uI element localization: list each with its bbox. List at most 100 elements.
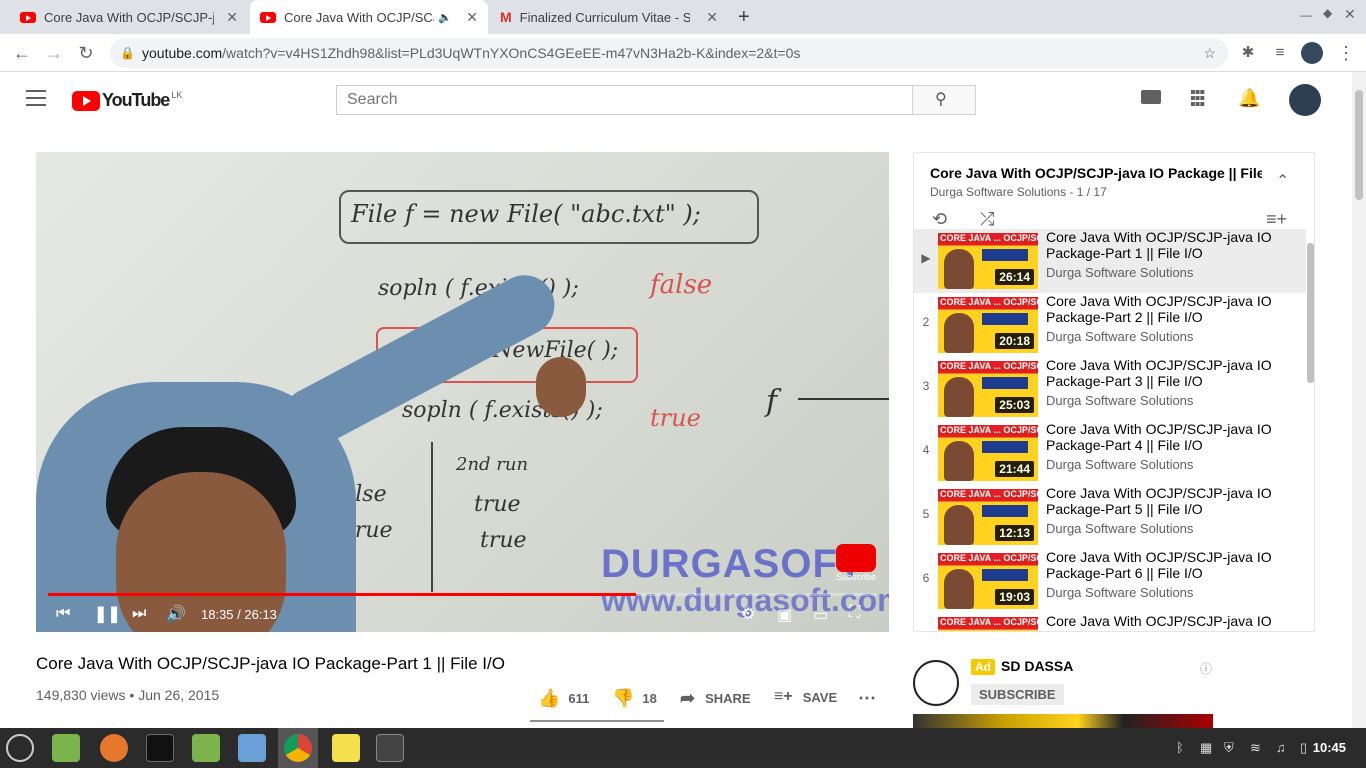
apps-grid-icon[interactable]: ▪▪▪ ▪▪▪ ▪▪▪	[1190, 85, 1205, 113]
system-clock[interactable]: 10:45	[1313, 740, 1346, 755]
playlist-item[interactable]: CORE JAVA ... OCJP/SCJP Core Java With O…	[914, 613, 1306, 631]
menu-kebab-icon[interactable]: ⋮	[1334, 41, 1358, 65]
wifi-icon[interactable]: ≋	[1250, 740, 1261, 756]
playlist-channel[interactable]: Durga Software Solutions	[930, 185, 1066, 199]
youtube-logo[interactable]: YouTube LK	[72, 90, 182, 111]
ad-banner-strip[interactable]	[913, 714, 1213, 728]
playlist-item[interactable]: 4 CORE JAVA ... OCJP/SCJP 21:44 Core Jav…	[914, 421, 1306, 485]
playlist-index: 5	[922, 507, 930, 521]
back-button[interactable]: ←	[10, 41, 34, 65]
create-video-icon[interactable]	[1141, 90, 1161, 104]
subscribe-watermark-icon[interactable]	[836, 544, 876, 572]
page-scrollbar-thumb[interactable]	[1355, 90, 1363, 200]
progress-bar[interactable]	[48, 593, 877, 596]
settings-gear-icon[interactable]: ⚙	[741, 604, 755, 624]
more-actions-icon[interactable]: ⋯	[858, 688, 876, 709]
chrome-taskbar-item[interactable]	[278, 728, 318, 768]
new-tab-button[interactable]: +	[738, 6, 750, 29]
window-close-icon[interactable]: ✕	[1344, 6, 1356, 23]
subscribe-watermark-label: Subscribe	[836, 572, 877, 582]
playlist-item[interactable]: 6 CORE JAVA ... OCJP/SCJP 19:03 Core Jav…	[914, 549, 1306, 613]
duration-badge: 19:03	[995, 589, 1034, 605]
user-avatar[interactable]	[1289, 84, 1321, 116]
maximize-icon[interactable]: ◆	[1323, 6, 1332, 20]
terminal-icon[interactable]	[146, 734, 174, 762]
thumb-face	[944, 441, 974, 481]
close-icon[interactable]: ✕	[466, 9, 478, 26]
collapse-chevron-icon[interactable]: ⌃	[1276, 171, 1289, 191]
profile-avatar[interactable]	[1301, 42, 1323, 64]
hamburger-menu-icon[interactable]	[26, 90, 46, 106]
speaker-icon[interactable]: 🔈	[438, 11, 452, 24]
files-icon[interactable]	[192, 734, 220, 762]
fullscreen-icon[interactable]: ⛶	[849, 604, 860, 622]
address-bar[interactable]: 🔒 youtube.com/watch?v=v4HS1Zhdh98&list=P…	[110, 38, 1228, 68]
share-button[interactable]: ➦ SHARE	[680, 688, 751, 709]
battery-icon[interactable]: ▯	[1300, 740, 1307, 756]
ad-subscribe-button[interactable]: SUBSCRIBE	[971, 684, 1064, 705]
next-icon[interactable]: ⏭	[132, 605, 146, 623]
tab-title: Core Java With OCJP/SCJP-ja	[44, 9, 214, 25]
playlist-video-title: Core Java With OCJP/SCJP-java IO	[1046, 613, 1272, 629]
search-input[interactable]: Search	[336, 85, 912, 115]
mint-menu-icon[interactable]	[6, 734, 34, 762]
music-note-icon[interactable]: ♫	[1276, 740, 1286, 755]
thumb-face	[944, 505, 974, 545]
playlist-panel: Core Java With OCJP/SCJP-java IO Package…	[913, 152, 1315, 632]
video-player[interactable]: File f = new File( "abc.txt" ); sopln ( …	[36, 152, 889, 632]
miniplayer-icon[interactable]: ▣	[777, 605, 792, 625]
shuffle-icon[interactable]: ⤮	[980, 209, 994, 230]
media-queue-icon[interactable]: ≡	[1268, 41, 1292, 65]
update-manager-icon[interactable]: ▦	[1200, 740, 1212, 756]
show-desktop-icon[interactable]	[52, 734, 80, 762]
previous-icon[interactable]: ⏮	[56, 605, 70, 623]
tab-title: Core Java With OCJP/SCJ	[284, 9, 434, 25]
playlist-scrollbar[interactable]	[1307, 243, 1314, 383]
player-controls: ⏮ ❚❚ ⏭ 🔊 18:35 / 26:13 ⚙ ▣ ▭ ⛶	[36, 599, 889, 632]
search-button[interactable]: ⚲	[912, 85, 976, 115]
forward-button[interactable]: →	[42, 41, 66, 65]
playlist-item[interactable]: 5 CORE JAVA ... OCJP/SCJP 12:13 Core Jav…	[914, 485, 1306, 549]
info-icon[interactable]: ⓘ	[1200, 660, 1212, 677]
volume-icon[interactable]: 🔊	[166, 604, 186, 624]
playlist-index: 4	[922, 443, 930, 457]
thumb-text: CORE JAVA ... OCJP/SCJP	[940, 617, 1038, 627]
bookmark-star-icon[interactable]: ☆	[1203, 38, 1216, 68]
close-icon[interactable]: ✕	[706, 9, 718, 26]
bluetooth-icon[interactable]: ᛒ	[1176, 740, 1184, 755]
browser-tab-1[interactable]: Core Java With OCJP/SCJP-ja ✕	[10, 0, 248, 34]
calculator-icon[interactable]	[376, 734, 404, 762]
like-button[interactable]: 👍 611	[538, 688, 589, 709]
browser-tab-3[interactable]: M Finalized Curriculum Vitae - Sh ✕	[490, 0, 728, 34]
video-thumbnail: CORE JAVA ... OCJP/SCJP	[938, 617, 1038, 631]
firefox-icon[interactable]	[100, 734, 128, 762]
playlist-item[interactable]: 2 CORE JAVA ... OCJP/SCJP 20:18 Core Jav…	[914, 293, 1306, 357]
progress-fill	[48, 593, 636, 596]
theater-mode-icon[interactable]: ▭	[813, 605, 828, 625]
duration-badge: 25:03	[995, 397, 1034, 413]
playlist-item[interactable]: 3 CORE JAVA ... OCJP/SCJP 25:03 Core Jav…	[914, 357, 1306, 421]
lecturer-hand	[536, 357, 586, 417]
pause-icon[interactable]: ❚❚	[94, 604, 121, 624]
browser-tab-2[interactable]: Core Java With OCJP/SCJ 🔈 ✕	[250, 0, 488, 34]
save-playlist-icon[interactable]: ≡+	[1266, 209, 1287, 230]
notifications-bell-icon[interactable]: 🔔	[1238, 88, 1260, 109]
dislike-button[interactable]: 👎 18	[612, 688, 657, 709]
virtualbox-icon[interactable]	[238, 734, 266, 762]
page-scrollbar[interactable]	[1352, 72, 1366, 728]
advertiser-logo[interactable]	[913, 660, 959, 706]
playlist-header: Core Java With OCJP/SCJP-java IO Package…	[914, 153, 1314, 241]
text-editor-icon[interactable]	[332, 734, 360, 762]
save-button[interactable]: ≡+ SAVE	[774, 688, 837, 706]
extensions-icon[interactable]: ✱	[1236, 41, 1260, 65]
close-icon[interactable]: ✕	[226, 9, 238, 26]
playlist-title[interactable]: Core Java With OCJP/SCJP-java IO Package…	[930, 165, 1262, 181]
loop-icon[interactable]: ⟲	[932, 209, 947, 230]
reload-button[interactable]: ↻	[74, 41, 98, 65]
playlist-item[interactable]: ▶ CORE JAVA ... OCJP/SCJP 26:14 Core Jav…	[914, 229, 1306, 293]
minimize-icon[interactable]: —	[1300, 8, 1312, 22]
shield-icon[interactable]: ⛨	[1224, 740, 1234, 756]
video-thumbnail: CORE JAVA ... OCJP/SCJP 25:03	[938, 361, 1038, 417]
video-thumbnail: CORE JAVA ... OCJP/SCJP 12:13	[938, 489, 1038, 545]
advertiser-name[interactable]: SD DASSA	[1001, 658, 1073, 674]
